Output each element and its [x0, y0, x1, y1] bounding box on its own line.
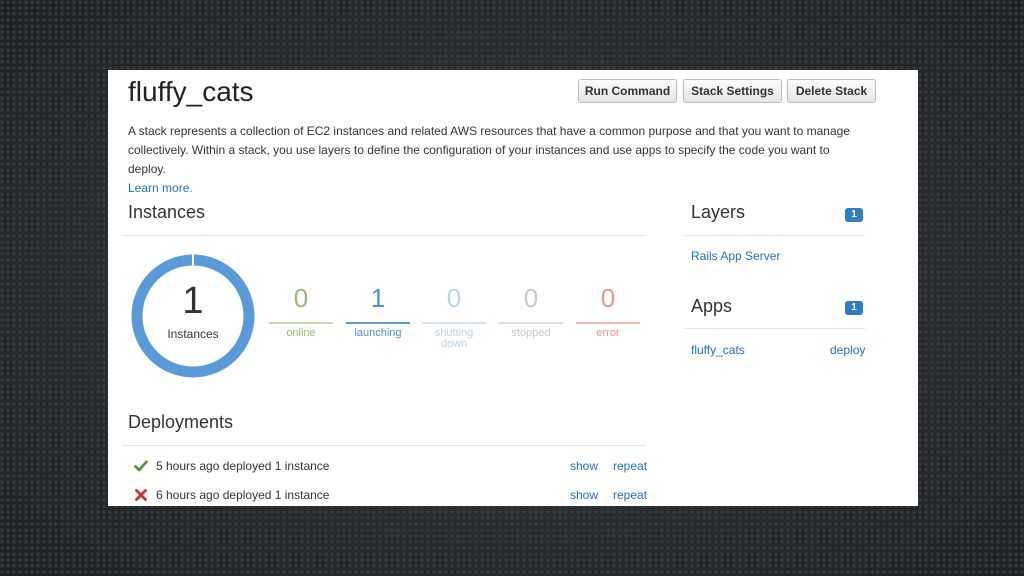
stat-underline: [576, 322, 640, 324]
delete-stack-button[interactable]: Delete Stack: [787, 79, 876, 103]
deployments-title: Deployments: [128, 412, 234, 432]
stat-shutting-down[interactable]: 0 shutting down: [422, 284, 486, 350]
page-title: fluffy_cats: [128, 76, 254, 107]
stat-label: shutting down: [434, 327, 474, 350]
layer-item-rails-app-server[interactable]: Rails App Server: [691, 249, 780, 263]
instances-title: Instances: [128, 202, 206, 222]
deployment-show-link[interactable]: show: [570, 459, 598, 473]
learn-more-link[interactable]: Learn more.: [128, 181, 193, 195]
stat-online[interactable]: 0 online: [269, 284, 333, 339]
check-icon: [134, 460, 148, 472]
app-item-fluffy-cats[interactable]: fluffy_cats: [691, 343, 745, 357]
instances-total-label: Instances: [167, 327, 219, 341]
stat-stopped[interactable]: 0 stopped: [499, 284, 563, 339]
apps-count-badge: 1: [845, 301, 863, 315]
stat-value: 0: [600, 283, 616, 313]
instances-divider: [122, 235, 646, 236]
stack-description: A stack represents a collection of EC2 i…: [128, 122, 868, 198]
apps-divider: [685, 328, 865, 329]
stat-value: 0: [446, 283, 462, 313]
stat-value: 0: [523, 283, 539, 313]
stat-launching[interactable]: 1 launching: [346, 284, 410, 339]
stat-value: 0: [293, 283, 309, 313]
stat-label: online: [286, 327, 316, 339]
apps-title: Apps: [691, 296, 733, 316]
deployment-repeat-link[interactable]: repeat: [613, 459, 647, 473]
stat-label: stopped: [511, 327, 551, 339]
run-command-button[interactable]: Run Command: [578, 79, 677, 103]
stack-panel: fluffy_cats Run Command Stack Settings D…: [108, 70, 918, 506]
stat-value: 1: [370, 283, 386, 313]
stat-underline: [269, 322, 333, 324]
deployment-show-link[interactable]: show: [570, 488, 598, 502]
stat-underline: [499, 322, 563, 324]
app-deploy-link[interactable]: deploy: [830, 343, 865, 357]
description-text: A stack represents a collection of EC2 i…: [128, 124, 850, 176]
x-icon: [135, 489, 147, 501]
stat-label: error: [596, 327, 620, 339]
layers-divider: [685, 235, 865, 236]
stat-underline: [346, 322, 410, 324]
stat-label: launching: [354, 327, 402, 339]
layers-count-badge: 1: [845, 208, 863, 222]
deployment-row-text: 5 hours ago deployed 1 instance: [156, 459, 330, 473]
deployments-divider: [122, 445, 646, 446]
deployment-repeat-link[interactable]: repeat: [613, 488, 647, 502]
stat-underline: [422, 322, 486, 324]
deployment-row-text: 6 hours ago deployed 1 instance: [156, 488, 330, 502]
stack-settings-button[interactable]: Stack Settings: [683, 79, 782, 103]
layers-title: Layers: [691, 202, 746, 222]
instances-total: 1: [182, 280, 204, 322]
stat-error[interactable]: 0 error: [576, 284, 640, 339]
